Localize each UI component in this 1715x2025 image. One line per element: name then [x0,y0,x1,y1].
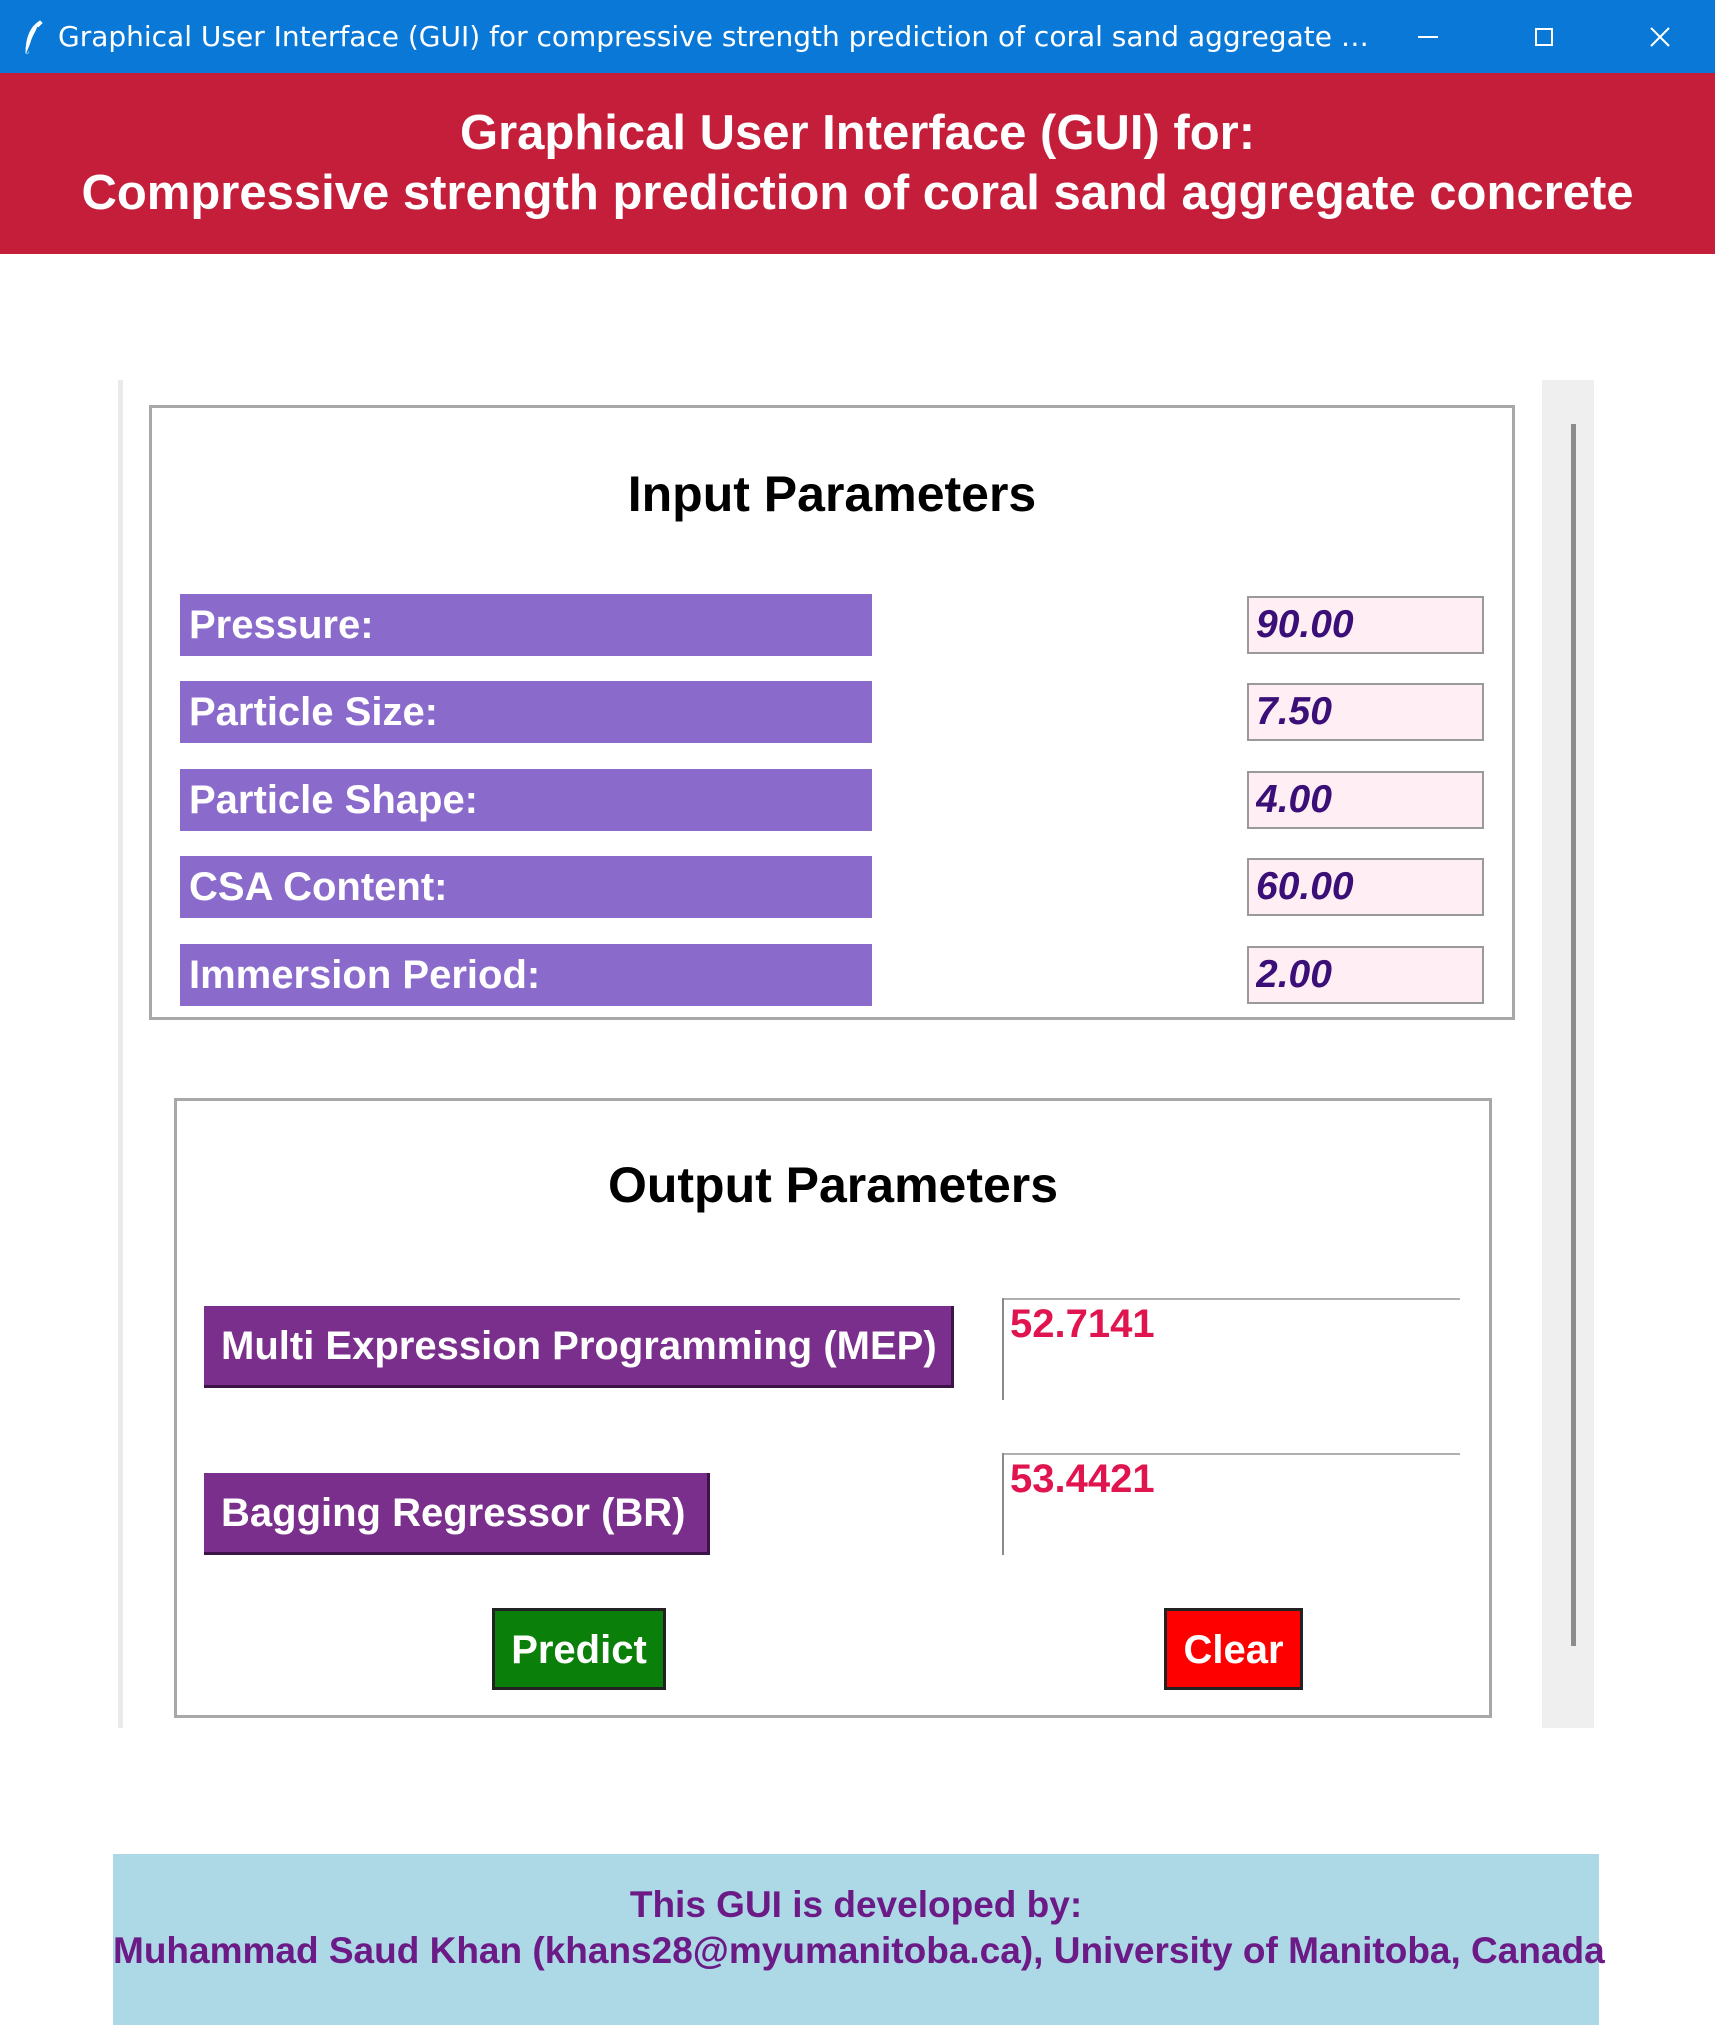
header-banner: Graphical User Interface (GUI) for: Comp… [0,73,1715,254]
input-parameters-panel: Input Parameters Pressure: Particle Size… [149,405,1515,1020]
vertical-scrollbar[interactable] [1542,380,1594,1728]
output-parameters-panel: Output Parameters Multi Expression Progr… [174,1098,1492,1718]
input-panel-title: Input Parameters [627,466,1037,522]
particle-shape-label: Particle Shape: [180,769,872,831]
clear-button[interactable]: Clear [1164,1608,1303,1690]
particle-shape-field[interactable] [1247,771,1484,829]
mep-result-box: 52.7141 [1002,1298,1460,1400]
particle-size-field[interactable] [1247,683,1484,741]
footer-line2: Muhammad Saud Khan (khans28@myumanitoba.… [113,1930,1605,1971]
immersion-period-label: Immersion Period: [180,944,872,1006]
window-title: Graphical User Interface (GUI) for compr… [58,20,1378,53]
window-titlebar: Graphical User Interface (GUI) for compr… [0,0,1715,73]
output-panel-title: Output Parameters [607,1157,1059,1213]
pressure-field[interactable] [1247,596,1484,654]
particle-size-label: Particle Size: [180,681,872,743]
close-button[interactable] [1602,0,1715,73]
pressure-label: Pressure: [180,594,872,656]
footer-line1: This GUI is developed by: [629,1884,1083,1925]
maximize-button[interactable] [1486,0,1602,73]
header-title-line1: Graphical User Interface (GUI) for: [459,106,1256,160]
br-result-box: 53.4421 [1002,1453,1460,1555]
minimize-icon [1418,35,1438,38]
close-icon [1650,26,1670,47]
predict-button[interactable]: Predict [492,1608,666,1690]
scrollbar-thumb[interactable] [1571,424,1576,1646]
br-result-value: 53.4421 [1010,1457,1155,1501]
footer-credits: This GUI is developed by: Muhammad Saud … [113,1854,1605,2025]
csa-content-label: CSA Content: [180,856,872,918]
canvas-left-edge [118,380,123,1728]
csa-content-field[interactable] [1247,858,1484,916]
mep-result-value: 52.7141 [1010,1302,1155,1346]
feather-icon [22,19,44,55]
br-model-label: Bagging Regressor (BR) [204,1473,710,1555]
mep-model-label: Multi Expression Programming (MEP) [204,1306,954,1388]
maximize-icon [1535,27,1553,46]
header-title-line2: Compressive strength prediction of coral… [81,166,1634,220]
immersion-period-field[interactable] [1247,946,1484,1004]
minimize-button[interactable] [1370,0,1486,73]
